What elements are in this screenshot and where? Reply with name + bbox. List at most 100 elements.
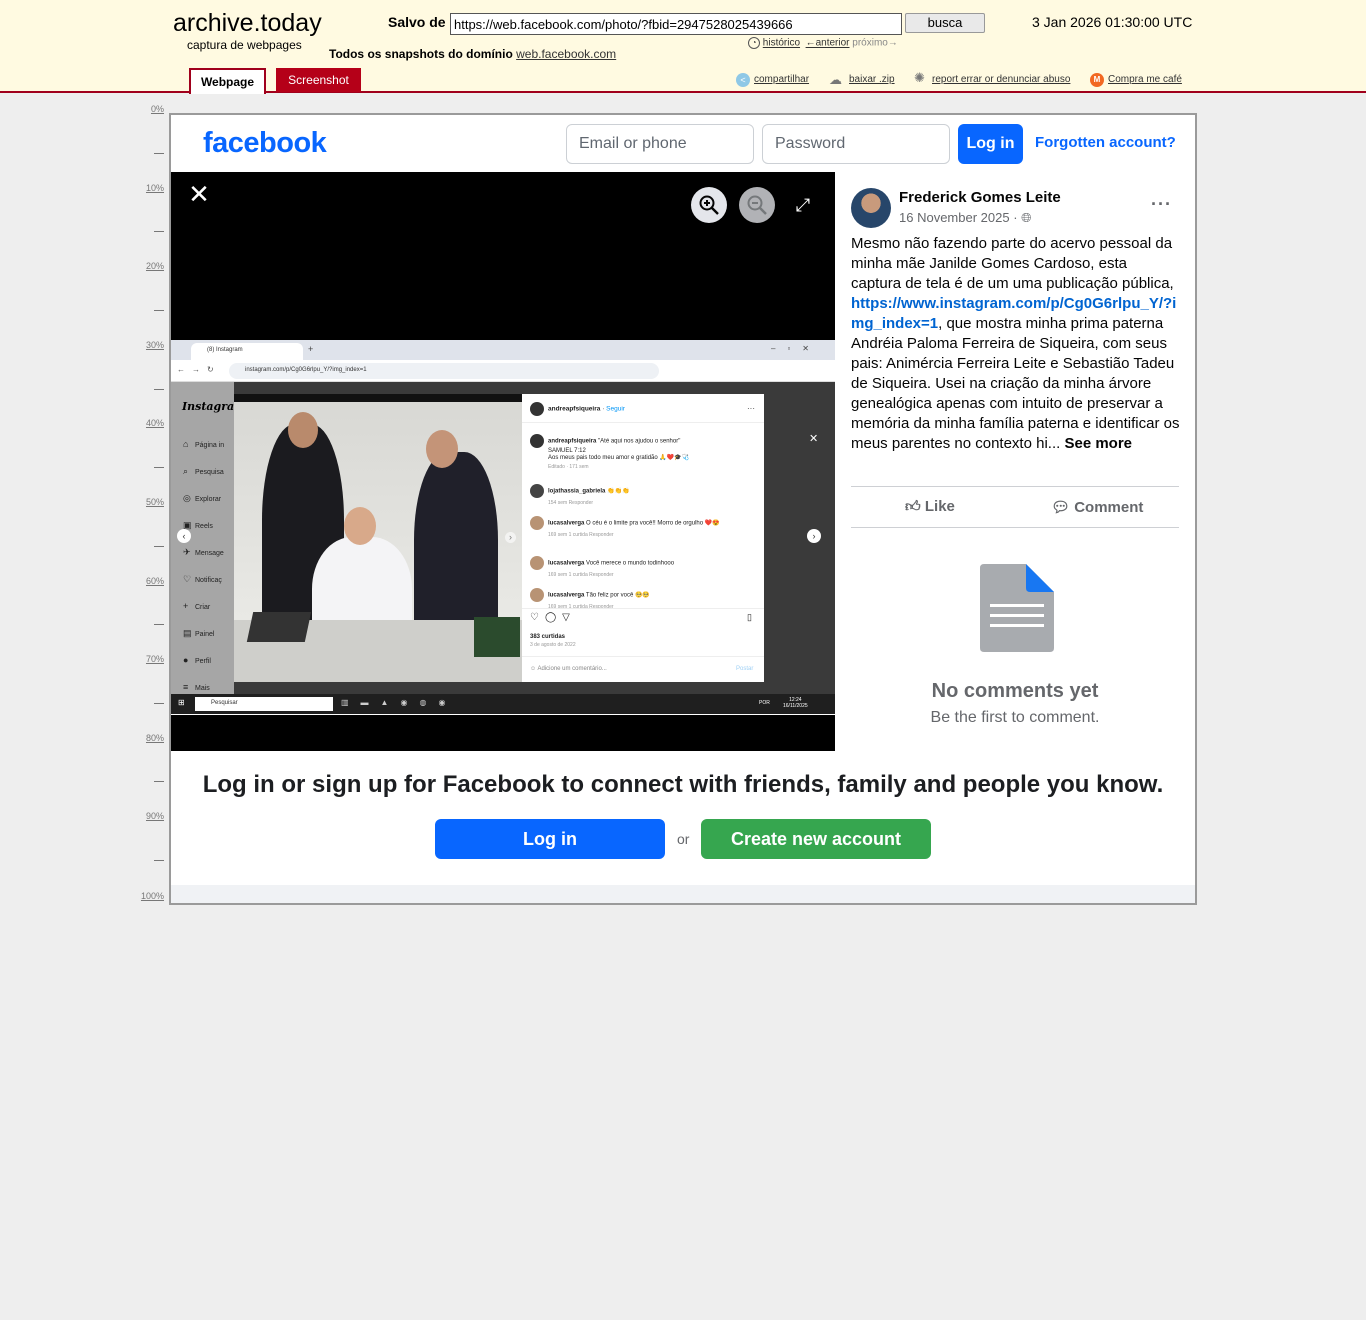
taskbar-clock: 12:24 16/11/2025 [783,697,808,709]
ig-comment-meta: 169 sem 1 curtida Responder [548,572,614,578]
ig-nav-item: ≡ Mais [183,682,210,692]
ruler-60[interactable]: 60% [140,576,164,586]
ruler-0[interactable]: 0% [140,104,164,114]
zoom-out-icon[interactable] [739,187,775,223]
post-panel: Frederick Gomes Leite 16 November 2025 ·… [835,172,1195,751]
email-input[interactable]: Email or phone [566,124,754,164]
no-comments-title: No comments yet [931,680,1099,702]
ruler-50[interactable]: 50% [140,497,164,507]
ruler-70[interactable]: 70% [140,654,164,664]
avatar [530,588,544,602]
ig-comment-user: lojathassia_gabriela [548,488,606,495]
password-input[interactable]: Password [762,124,950,164]
create-account-button[interactable]: Create new account [701,819,931,859]
like-button[interactable]: 👍︎ Like [905,498,955,516]
ig-comment-meta: 154 sem Responder [548,500,594,506]
share-link[interactable]: compartilhar [754,74,809,85]
ig-comment-meta: 169 sem 1 curtida Responder [548,532,614,538]
ig-nav-label: Explorar [195,496,222,503]
ig-nav-label: Mais [195,685,210,692]
ruler-tick [154,231,164,232]
banner-login-button[interactable]: Log in [435,819,665,859]
zoom-in-icon[interactable] [691,187,727,223]
new-tab-icon: + [308,344,314,354]
like-label: Like [924,498,955,515]
address-text: instagram.com/p/Cg0G6rlpu_Y/?img_index=1 [229,363,659,379]
ruler-30[interactable]: 30% [140,340,164,350]
ruler-80[interactable]: 80% [140,733,164,743]
ig-comment-user: lucasalverga [548,560,585,567]
ruler-tick [154,467,164,468]
compass-icon: ◎ [183,493,191,503]
domain-link[interactable]: web.facebook.com [516,47,616,61]
ig-caption2: SAMUEL 7:12 [548,448,586,454]
author-name[interactable]: Frederick Gomes Leite [899,189,1061,206]
ruler-tick [154,781,164,782]
ruler-40[interactable]: 40% [140,418,164,428]
post-text-before: Mesmo não fazendo parte do acervo pessoa… [851,235,1174,292]
close-icon[interactable]: ✕ [187,181,211,207]
photo-viewer: ✕ ⤢ (8) Instagram + –▫✕ ←→↻ instagram.co… [171,172,835,751]
cloud-download-icon: ☁ [829,72,842,87]
post-date-text[interactable]: 16 November 2025 [899,210,1010,225]
plus-icon: + [183,601,189,611]
login-button[interactable]: Log in [958,124,1023,164]
history-nav: ◔ histórico ←anterior próximo→ [748,37,898,49]
tab-webpage[interactable]: Webpage [189,68,266,94]
previous-link[interactable]: ←anterior [806,38,850,49]
ruler-20[interactable]: 20% [140,261,164,271]
next-link: próximo→ [852,37,898,49]
tab-screenshot[interactable]: Screenshot [276,68,361,92]
ruler-tick [154,703,164,704]
clock-icon: ◔ [748,37,760,49]
thumbs-up-icon: 👍︎ [905,498,921,515]
report-link[interactable]: report errar or denunciar abuso [932,74,1070,85]
saved-from-label: Salvo de [388,14,446,30]
instagram-comments-panel: andreapfsiqueira · Seguir ··· andreapfsi… [522,394,764,682]
search-button[interactable]: busca [905,13,985,33]
windows-taskbar: ⊞ Pesquisar ▥▬▲◉◍◉ POR 12:24 16/11/2025 [171,694,835,714]
coffee-link[interactable]: Compra me café [1108,74,1182,85]
windows-icon: ⊞ [178,698,185,707]
ig-account: andreapfsiqueira [548,405,601,413]
ruler-10[interactable]: 10% [140,183,164,193]
post-date[interactable]: 16 November 2025 · 🌐︎ [899,210,1032,226]
history-link[interactable]: histórico [763,38,800,49]
signup-banner: Log in or sign up for Facebook to connec… [171,751,1195,885]
avatar [530,484,544,498]
comment-button[interactable]: 💬︎ Comment [1051,498,1143,516]
facebook-logo[interactable]: facebook [203,127,327,160]
avatar [530,434,544,448]
divider [522,608,764,609]
or-separator: or [677,831,690,847]
fullscreen-icon[interactable]: ⤢ [787,189,819,221]
see-more-link[interactable]: See more [1064,435,1132,452]
ig-prev-arrow-icon: ‹ [177,529,191,543]
download-zip-link[interactable]: baixar .zip [849,74,895,85]
ig-comment-text: Tão feliz por você 🥺🥺 [585,592,650,599]
ruler-90[interactable]: 90% [140,811,164,821]
avatar [530,516,544,530]
url-input[interactable] [450,13,902,35]
laptop [246,612,312,642]
ig-nav-item: ✈ Mensage [183,547,224,558]
ig-next-arrow-icon: › [807,529,821,543]
face [288,412,318,448]
browser-tabstrip: (8) Instagram + –▫✕ [171,340,835,360]
ig-comment-text: Você merece o mundo todinhooo [586,560,675,567]
ig-follow: Seguir [606,405,625,413]
ig-nav-label: Perfil [195,658,211,665]
taskbar-lang: POR [759,700,770,706]
ig-post-date: 3 de agosto de 2022 [530,642,576,648]
forgot-account-link[interactable]: Forgotten account? [1035,134,1176,151]
ig-post-button: Postar [736,666,754,672]
monero-icon: M [1090,73,1104,87]
ig-caption: "Até aqui nos ajudou o senhor" [598,438,681,445]
archive-logo[interactable]: archive.today [173,9,322,38]
ruler-100[interactable]: 100% [140,891,164,901]
more-options-icon[interactable]: ··· [1151,194,1172,215]
avatar[interactable] [851,188,891,228]
ruler-tick [154,389,164,390]
menu-icon: ≡ [183,682,189,692]
ig-nav-label: Criar [195,604,211,611]
